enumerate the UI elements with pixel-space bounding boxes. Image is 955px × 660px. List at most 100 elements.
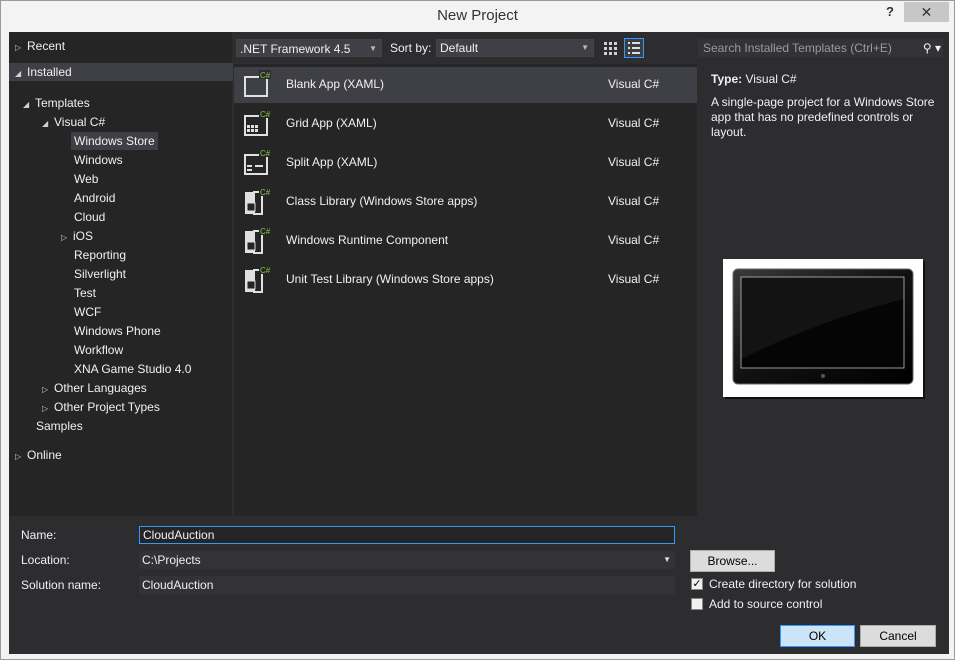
template-language: Visual C# xyxy=(608,77,660,91)
template-preview-image xyxy=(723,259,923,397)
tree-item-online[interactable]: ▷ Online xyxy=(15,446,62,464)
project-name-input[interactable]: CloudAuction xyxy=(139,526,675,544)
svg-text:C#: C# xyxy=(260,71,271,80)
template-name: Grid App (XAML) xyxy=(286,116,377,130)
template-language: Visual C# xyxy=(608,194,660,208)
tree-item-label: Online xyxy=(27,448,62,462)
template-list: C# Blank App (XAML) Visual C# C# Grid Ap… xyxy=(234,64,697,516)
tree-item-android[interactable]: Android xyxy=(74,189,115,207)
tree-item-recent[interactable]: ▷ Recent xyxy=(15,37,232,55)
unit-test-icon: C# xyxy=(245,265,271,293)
chevron-down-icon: ▼ xyxy=(581,43,589,52)
template-item[interactable]: C# Unit Test Library (Windows Store apps… xyxy=(234,262,697,298)
solution-name-label: Solution name: xyxy=(21,578,102,592)
collapse-arrow-icon: ◢ xyxy=(42,119,49,128)
create-directory-label: Create directory for solution xyxy=(709,577,857,591)
tree-item-label: Visual C# xyxy=(54,115,106,129)
template-language: Visual C# xyxy=(608,116,660,130)
sort-label: Sort by: xyxy=(390,41,432,55)
search-icon[interactable]: ⚲ ▾ xyxy=(923,39,941,57)
grid-app-icon: C# xyxy=(244,109,271,136)
tree-item-workflow[interactable]: Workflow xyxy=(74,341,123,359)
template-item[interactable]: C# Windows Runtime Component Visual C# xyxy=(234,223,697,259)
type-value: Visual C# xyxy=(745,72,797,86)
tree-item-visual-csharp[interactable]: ◢ Visual C# xyxy=(42,113,105,131)
tree-item-reporting[interactable]: Reporting xyxy=(74,246,126,264)
template-tree: ▷ Recent ◢ Installed ◢ Templates ◢ Visual C#… xyxy=(9,32,233,516)
template-language: Visual C# xyxy=(608,233,660,247)
tree-item-other-languages[interactable]: ▷ Other Languages xyxy=(42,379,147,397)
list-view-button[interactable] xyxy=(624,38,644,58)
browse-button[interactable]: Browse... xyxy=(690,550,775,572)
tree-item-windows[interactable]: Windows xyxy=(74,151,123,169)
tree-item-samples[interactable]: Samples xyxy=(36,417,83,435)
template-name: Windows Runtime Component xyxy=(286,233,449,247)
expand-arrow-icon: ▷ xyxy=(61,233,68,242)
tree-item-windows-store[interactable]: Windows Store xyxy=(71,132,158,150)
tree-item-test[interactable]: Test xyxy=(74,284,96,302)
collapse-arrow-icon: ◢ xyxy=(23,100,30,109)
solution-name-input[interactable]: CloudAuction xyxy=(139,576,675,594)
class-library-icon: C# xyxy=(245,187,271,215)
tree-item-label: Templates xyxy=(35,96,90,110)
type-label: Type: xyxy=(711,72,743,86)
tree-item-templates[interactable]: ◢ Templates xyxy=(23,94,90,112)
tree-item-label: iOS xyxy=(73,229,94,243)
template-name: Split App (XAML) xyxy=(286,155,378,169)
expand-arrow-icon: ▷ xyxy=(42,404,49,413)
chevron-down-icon: ▼ xyxy=(369,44,377,53)
template-description: A single-page project for a Windows Stor… xyxy=(711,95,935,139)
source-control-checkbox[interactable] xyxy=(691,598,703,610)
template-item[interactable]: C# Blank App (XAML) Visual C# xyxy=(234,67,697,103)
expand-arrow-icon: ▷ xyxy=(15,452,22,461)
template-item[interactable]: C# Grid App (XAML) Visual C# xyxy=(234,106,697,142)
expand-arrow-icon: ▷ xyxy=(15,43,22,52)
tree-item-installed[interactable]: ◢ Installed xyxy=(9,63,233,81)
split-app-icon: C# xyxy=(244,148,271,175)
help-button[interactable]: ? xyxy=(880,4,900,22)
new-project-dialog: New Project ? ✕ ▷ Recent ◢ Installed ◢ Temp… xyxy=(0,0,955,660)
template-toolbar: .NET Framework 4.5 ▼ Sort by: Default ▼ Se… xyxy=(234,32,949,64)
sort-dropdown[interactable]: Default ▼ xyxy=(436,39,594,57)
template-name: Unit Test Library (Windows Store apps) xyxy=(286,272,494,286)
location-combobox[interactable]: C:\Projects ▼ xyxy=(139,551,675,569)
collapse-arrow-icon: ◢ xyxy=(15,69,22,78)
tree-item-windows-phone[interactable]: Windows Phone xyxy=(74,322,161,340)
runtime-component-icon: C# xyxy=(245,226,271,254)
list-view-icon xyxy=(628,42,640,54)
tree-item-other-project-types[interactable]: ▷ Other Project Types xyxy=(42,398,160,416)
svg-text:C#: C# xyxy=(260,266,271,275)
create-directory-checkbox[interactable]: ✓ xyxy=(691,578,703,590)
tree-item-label: Other Project Types xyxy=(54,400,160,414)
template-details: Type: Visual C# A single-page project fo… xyxy=(699,64,949,516)
name-label: Name: xyxy=(21,528,57,542)
tree-item-label: Recent xyxy=(27,39,66,53)
svg-text:C#: C# xyxy=(260,188,271,197)
tree-item-silverlight[interactable]: Silverlight xyxy=(74,265,126,283)
template-item[interactable]: C# Class Library (Windows Store apps) Vi… xyxy=(234,184,697,220)
location-label: Location: xyxy=(21,553,70,567)
tree-item-ios[interactable]: ▷ iOS xyxy=(61,227,93,245)
cancel-button[interactable]: Cancel xyxy=(860,625,936,647)
dialog-body: ▷ Recent ◢ Installed ◢ Templates ◢ Visual C#… xyxy=(9,32,949,654)
grid-view-button[interactable] xyxy=(600,38,620,58)
title-bar: New Project ? ✕ xyxy=(1,1,954,31)
dialog-title: New Project xyxy=(437,7,518,24)
tree-item-web[interactable]: Web xyxy=(74,170,98,188)
tree-item-wcf[interactable]: WCF xyxy=(74,303,101,321)
type-line: Type: Visual C# xyxy=(711,72,797,86)
tree-item-cloud[interactable]: Cloud xyxy=(74,208,105,226)
tree-item-label: Installed xyxy=(27,65,72,79)
svg-text:C#: C# xyxy=(260,149,271,158)
framework-dropdown[interactable]: .NET Framework 4.5 ▼ xyxy=(236,39,382,57)
grid-view-icon xyxy=(604,42,617,55)
template-item[interactable]: C# Split App (XAML) Visual C# xyxy=(234,145,697,181)
template-search-input[interactable]: Search Installed Templates (Ctrl+E) ⚲ ▾ xyxy=(698,39,943,57)
ok-button[interactable]: OK xyxy=(780,625,855,647)
chevron-down-icon[interactable]: ▼ xyxy=(663,551,671,569)
source-control-label: Add to source control xyxy=(709,597,823,611)
tree-item-xna[interactable]: XNA Game Studio 4.0 xyxy=(74,360,191,378)
close-button[interactable]: ✕ xyxy=(904,2,949,22)
expand-arrow-icon: ▷ xyxy=(42,385,49,394)
template-name: Blank App (XAML) xyxy=(286,77,385,91)
